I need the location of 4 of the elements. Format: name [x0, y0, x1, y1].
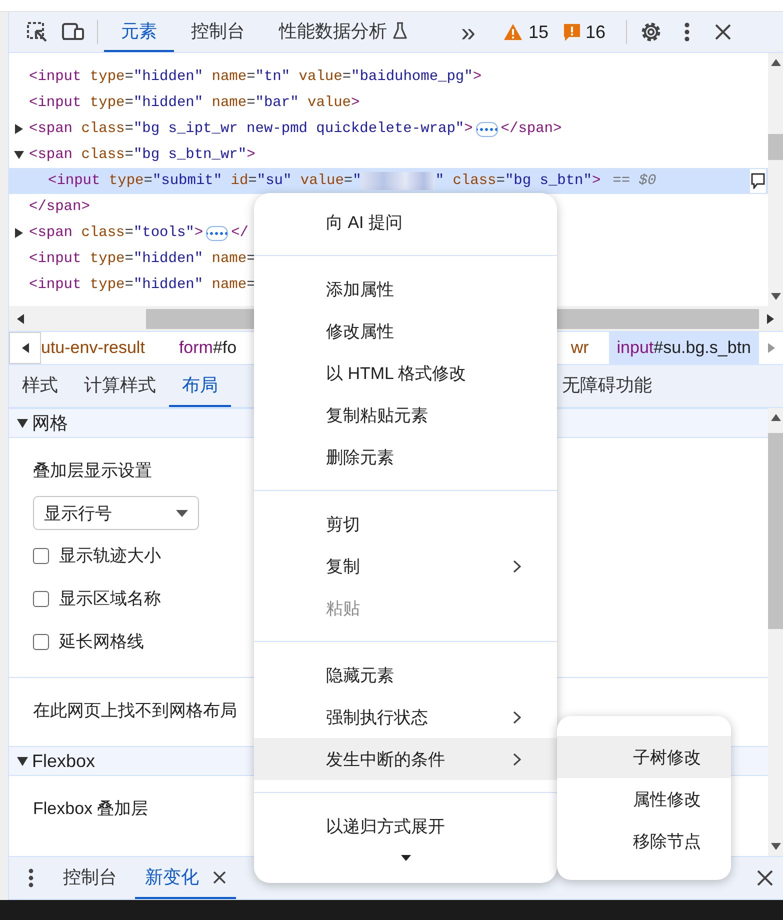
empty-message: 在此网页上找不到网格布局 — [33, 700, 237, 722]
selected-node-marker: == $0 — [612, 173, 656, 189]
overlay-settings-label: 叠加层显示设置 — [33, 460, 152, 482]
overlay-settings-label: Flexbox 叠加层 — [33, 798, 148, 820]
